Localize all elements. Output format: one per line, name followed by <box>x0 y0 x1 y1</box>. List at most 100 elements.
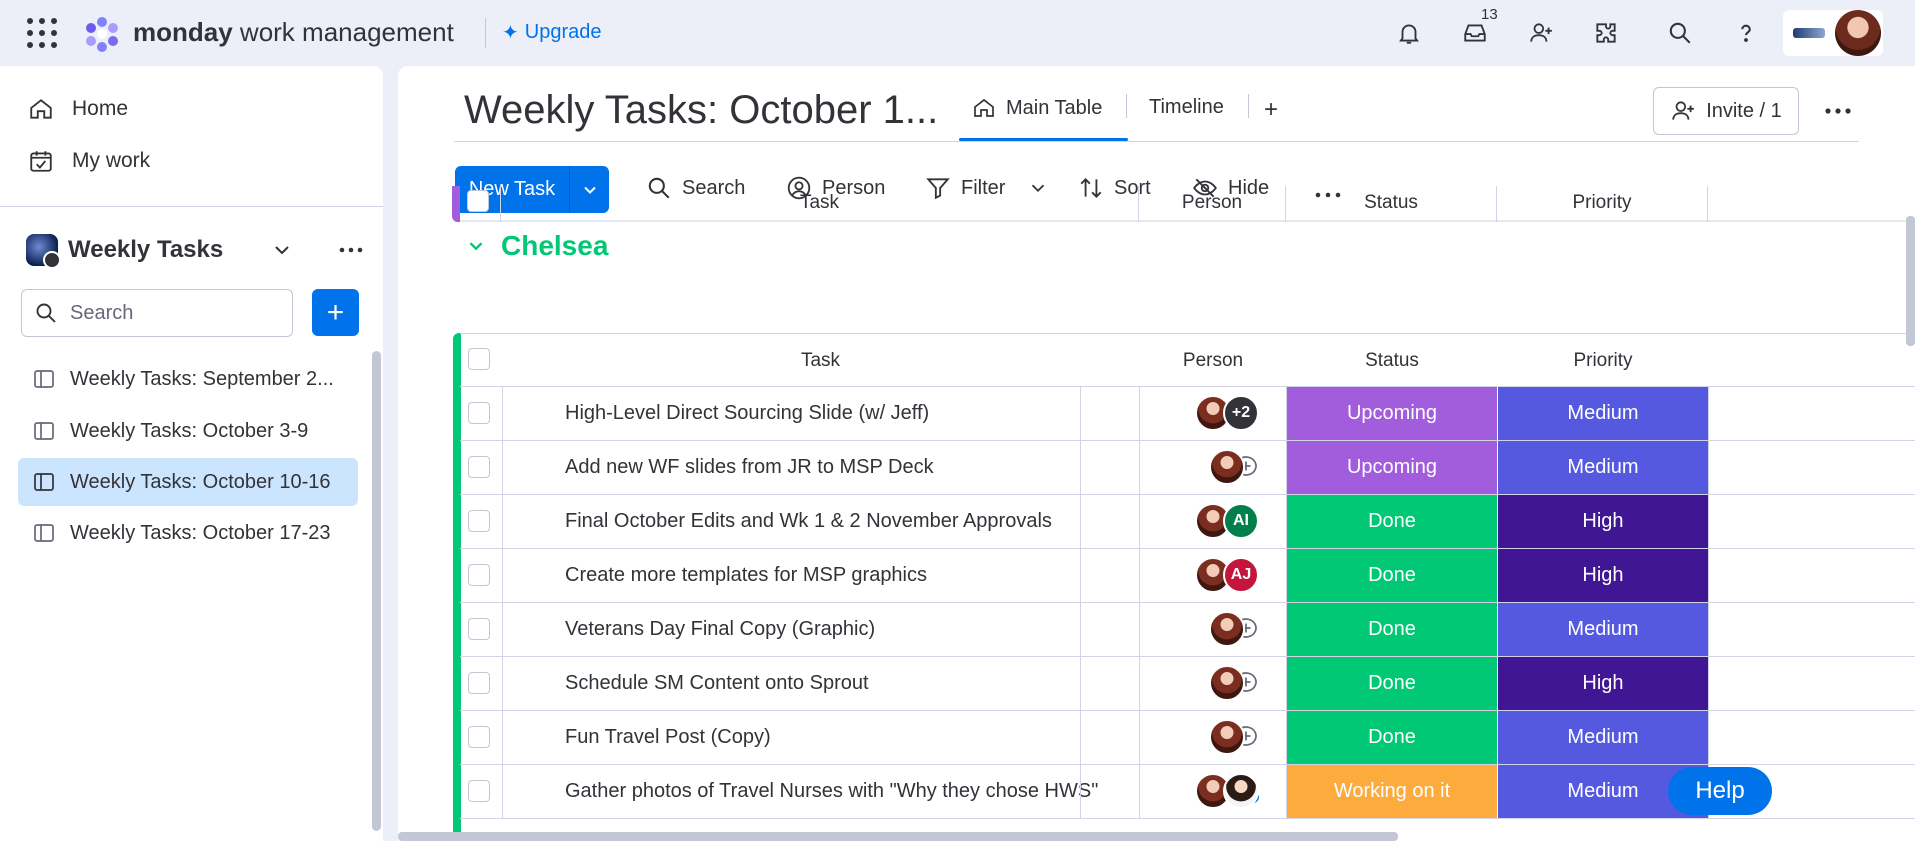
select-all-checkbox[interactable] <box>468 348 490 370</box>
status-cell[interactable]: Done <box>1287 603 1497 656</box>
sidebar-scrollbar[interactable] <box>372 351 381 831</box>
home-icon <box>30 99 52 119</box>
status-cell[interactable]: Working on it <box>1287 765 1497 818</box>
table-row[interactable]: Add new WF slides from JR to MSP Deck Upc… <box>460 441 1915 495</box>
avatar[interactable] <box>1209 449 1245 485</box>
board-icon <box>34 422 54 440</box>
topbar-divider <box>485 18 486 48</box>
priority-cell[interactable]: High <box>1498 549 1708 602</box>
sidebar-item-label: Home <box>72 97 129 120</box>
column-header-status[interactable]: Status <box>1287 350 1497 372</box>
task-name[interactable]: Create more templates for MSP graphics <box>565 564 927 587</box>
invite-person-icon[interactable] <box>1525 17 1557 49</box>
priority-cell[interactable]: High <box>1498 495 1708 548</box>
sidebar: Home My work Weekly Tasks Search + Weekl… <box>0 66 383 841</box>
search-icon[interactable] <box>1664 17 1696 49</box>
brand-name[interactable]: monday work management <box>133 17 454 48</box>
horizontal-scrollbar[interactable] <box>398 832 1398 841</box>
add-board-button[interactable]: + <box>312 289 359 336</box>
row-checkbox[interactable] <box>468 780 490 802</box>
row-checkbox[interactable] <box>468 564 490 586</box>
priority-cell[interactable]: Medium <box>1498 603 1708 656</box>
board-label: Weekly Tasks: October 3-9 <box>70 419 309 442</box>
sparkle-icon: ✦ <box>502 22 519 44</box>
avatar-initials[interactable]: +2 <box>1223 395 1259 431</box>
search-placeholder: Search <box>70 301 134 324</box>
sidebar-board-item[interactable]: Weekly Tasks: October 17-23 <box>18 509 358 557</box>
workspace-icon <box>26 234 61 269</box>
table-row[interactable]: High-Level Direct Sourcing Slide (w/ Jef… <box>460 387 1915 441</box>
row-checkbox[interactable] <box>468 618 490 640</box>
column-header-person[interactable]: Person <box>1140 350 1286 372</box>
company-logo <box>1793 28 1825 38</box>
sidebar-item-my-work[interactable]: My work <box>28 148 150 174</box>
divider <box>0 206 383 207</box>
task-name[interactable]: Schedule SM Content onto Sprout <box>565 672 869 695</box>
avatar[interactable] <box>1209 719 1245 755</box>
row-checkbox[interactable] <box>468 726 490 748</box>
task-name[interactable]: High-Level Direct Sourcing Slide (w/ Jef… <box>565 402 929 425</box>
board-label: Weekly Tasks: September 2... <box>70 367 334 390</box>
priority-cell[interactable]: Medium <box>1498 441 1708 494</box>
main-board: Weekly Tasks: October 1... Main Table Ti… <box>398 66 1915 841</box>
upgrade-label: Upgrade <box>524 21 602 43</box>
table-row[interactable]: Schedule SM Content onto Sprout Done High <box>460 657 1915 711</box>
inbox-count-badge: 13 <box>1481 6 1498 23</box>
avatar-initials[interactable]: AI <box>1223 503 1259 539</box>
puzzle-icon[interactable] <box>1590 17 1622 49</box>
sidebar-board-item-active[interactable]: Weekly Tasks: October 10-16 <box>18 458 358 506</box>
chevron-down-icon[interactable] <box>270 238 294 262</box>
status-cell[interactable]: Upcoming <box>1287 441 1497 494</box>
status-cell[interactable]: Done <box>1287 495 1497 548</box>
task-name[interactable]: Veterans Day Final Copy (Graphic) <box>565 618 875 641</box>
workspace-selector[interactable]: Weekly Tasks <box>26 230 366 270</box>
avatar-initials[interactable]: AJ <box>1223 557 1259 593</box>
table-row[interactable]: Create more templates for MSP graphics AJ… <box>460 549 1915 603</box>
help-icon[interactable] <box>1730 17 1762 49</box>
apps-grid-icon[interactable] <box>27 18 57 48</box>
priority-cell[interactable]: Medium <box>1498 387 1708 440</box>
column-header-priority[interactable]: Priority <box>1498 350 1708 372</box>
status-cell[interactable]: Done <box>1287 657 1497 710</box>
sidebar-board-item[interactable]: Weekly Tasks: October 3-9 <box>18 407 358 455</box>
sidebar-item-home[interactable]: Home <box>28 96 128 122</box>
avatar[interactable] <box>1223 773 1259 809</box>
more-options-icon[interactable] <box>336 238 366 262</box>
table-row[interactable]: Veterans Day Final Copy (Graphic) Done Med… <box>460 603 1915 657</box>
row-checkbox[interactable] <box>468 456 490 478</box>
board-icon <box>34 524 54 542</box>
task-name[interactable]: Gather photos of Travel Nurses with "Why… <box>565 780 1098 803</box>
group-table: Task Person Status Priority High-Level D… <box>398 66 1915 841</box>
task-name[interactable]: Add new WF slides from JR to MSP Deck <box>565 456 934 479</box>
row-checkbox[interactable] <box>468 402 490 424</box>
bell-icon[interactable] <box>1393 17 1425 49</box>
avatar[interactable] <box>1209 611 1245 647</box>
sidebar-board-item[interactable]: Weekly Tasks: September 2... <box>18 355 358 403</box>
search-icon <box>36 303 56 323</box>
monday-logo-icon <box>86 17 118 52</box>
avatar[interactable] <box>1209 665 1245 701</box>
row-checkbox[interactable] <box>468 672 490 694</box>
vertical-scrollbar[interactable] <box>1906 216 1915 346</box>
status-cell[interactable]: Upcoming <box>1287 387 1497 440</box>
upgrade-button[interactable]: ✦ Upgrade <box>502 20 601 45</box>
board-icon <box>34 473 54 491</box>
priority-cell[interactable]: High <box>1498 657 1708 710</box>
avatar <box>1835 10 1881 56</box>
account-menu[interactable] <box>1783 10 1883 56</box>
status-cell[interactable]: Done <box>1287 549 1497 602</box>
row-checkbox[interactable] <box>468 510 490 532</box>
table-row[interactable]: Fun Travel Post (Copy) Done Medium <box>460 711 1915 765</box>
priority-cell[interactable]: Medium <box>1498 711 1708 764</box>
task-name[interactable]: Fun Travel Post (Copy) <box>565 726 771 749</box>
help-button[interactable]: Help <box>1668 767 1772 815</box>
task-name[interactable]: Final October Edits and Wk 1 & 2 Novembe… <box>565 510 1052 533</box>
table-row[interactable]: Final October Edits and Wk 1 & 2 Novembe… <box>460 495 1915 549</box>
column-header-task[interactable]: Task <box>502 350 1139 372</box>
top-bar: monday work management ✦ Upgrade 13 <box>0 0 1915 66</box>
calendar-check-icon <box>30 151 52 172</box>
board-label: Weekly Tasks: October 10-16 <box>70 470 331 493</box>
status-cell[interactable]: Done <box>1287 711 1497 764</box>
board-label: Weekly Tasks: October 17-23 <box>70 521 331 544</box>
sidebar-search-input[interactable]: Search <box>21 289 293 337</box>
